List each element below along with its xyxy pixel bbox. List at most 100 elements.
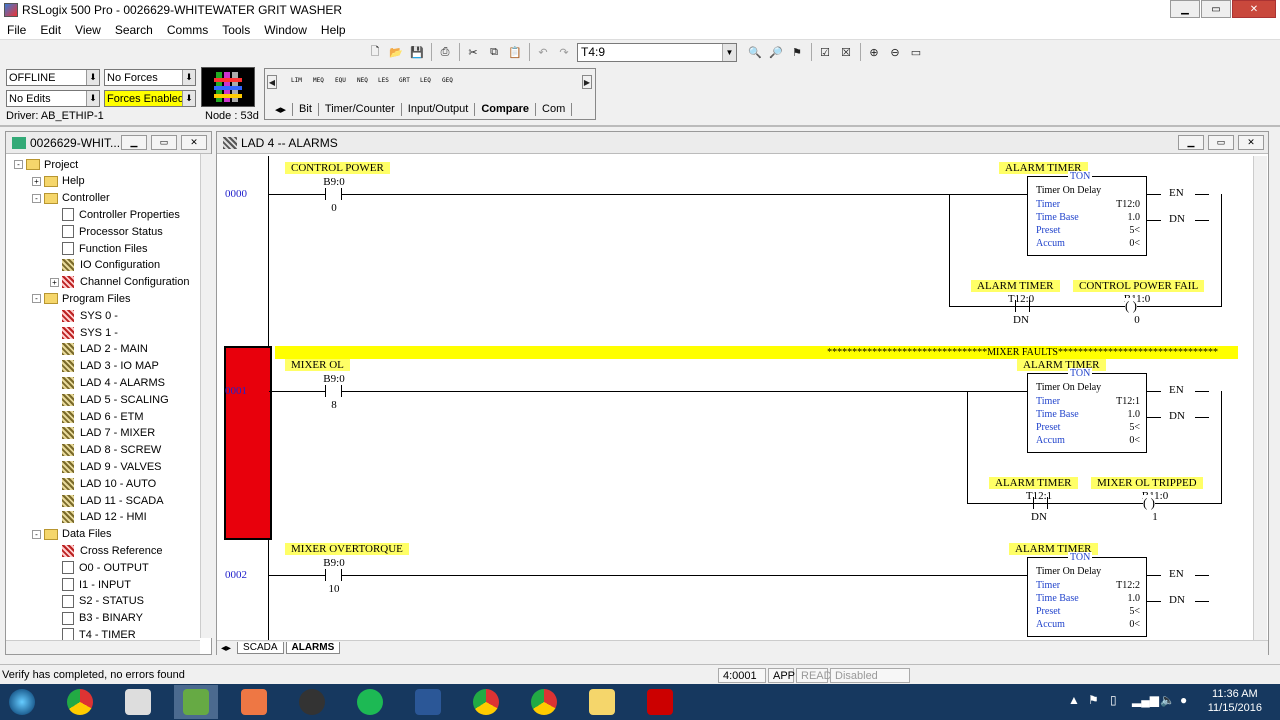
spotify-icon[interactable] — [348, 685, 392, 719]
dropdown-arrow-icon[interactable]: ⬇ — [86, 70, 99, 85]
panel-maximize-button[interactable]: ▭ — [151, 135, 177, 150]
tree-item[interactable]: LAD 2 - MAIN — [50, 341, 148, 358]
search-replace-icon[interactable]: 🔎 — [766, 42, 786, 62]
ton-instruction[interactable]: TON Timer On Delay Timer T12:0 Time Base 1.0 P… — [1027, 171, 1147, 256]
tab-compare[interactable]: Compare — [475, 103, 537, 116]
snipping-tool-icon[interactable] — [116, 685, 160, 719]
window-icon[interactable]: ▭ — [906, 42, 926, 62]
collapse-icon[interactable]: - — [32, 529, 41, 539]
ladder-maximize-button[interactable]: ▭ — [1208, 135, 1234, 150]
tab-timer-counter[interactable]: Timer/Counter — [319, 103, 402, 116]
word-icon[interactable] — [406, 685, 450, 719]
instr-equ[interactable]: EQU — [335, 77, 346, 84]
tree-item[interactable]: IO Configuration — [50, 257, 160, 274]
chrome-window-icon[interactable] — [464, 685, 508, 719]
tray-arrow-icon[interactable]: ▲ — [1068, 693, 1080, 707]
obs-icon[interactable] — [290, 685, 334, 719]
ladder-minimize-button[interactable]: ▁ — [1178, 135, 1204, 150]
dropdown-arrow-icon[interactable]: ⬇ — [182, 91, 195, 106]
search-icon[interactable]: 🔍 — [745, 42, 765, 62]
paste-icon[interactable]: 📋 — [505, 42, 525, 62]
address-combo[interactable]: T4:9 ▼ — [577, 42, 737, 62]
tree-item[interactable]: Controller Properties — [50, 206, 180, 223]
acrobat-icon[interactable] — [638, 685, 682, 719]
panel-close-button[interactable]: ✕ — [181, 135, 207, 150]
instr-lim[interactable]: LIM — [291, 77, 302, 84]
tab-input-output[interactable]: Input/Output — [402, 103, 476, 116]
ton-instruction[interactable]: TON Timer On Delay Timer T12:1 Time Base 1.0 P… — [1027, 368, 1147, 453]
rslogix-icon[interactable] — [174, 685, 218, 719]
menu-comms[interactable]: Comms — [160, 23, 215, 37]
redo-icon[interactable]: ↷ — [554, 42, 574, 62]
instr-meq[interactable]: MEQ — [313, 77, 324, 84]
tree-item[interactable]: Function Files — [50, 240, 147, 257]
start-button[interactable] — [0, 685, 44, 719]
tree-item[interactable]: LAD 7 - MIXER — [50, 425, 155, 442]
tree-item[interactable]: O0 - OUTPUT — [50, 559, 149, 576]
rung-number[interactable]: 0000 — [225, 188, 247, 200]
tree-item[interactable]: SYS 0 - — [50, 307, 118, 324]
battery-icon[interactable]: ▯ — [1110, 693, 1117, 707]
tab-alarms[interactable]: ALARMS — [285, 642, 341, 654]
tree-item[interactable]: LAD 8 - SCREW — [50, 442, 161, 459]
scroll-right-icon[interactable]: ▶ — [582, 75, 592, 89]
dropdown-arrow-icon[interactable]: ⬇ — [182, 70, 195, 85]
ladder-close-button[interactable]: ✕ — [1238, 135, 1264, 150]
minimize-button[interactable]: ▁ — [1170, 0, 1200, 18]
close-button[interactable]: ✕ — [1232, 0, 1276, 18]
new-file-icon[interactable]: 🗋 — [365, 42, 385, 62]
ladder-vertical-scrollbar[interactable] — [1253, 156, 1267, 640]
forces-combo[interactable]: No Forces ⬇ — [104, 69, 196, 86]
tree-item[interactable]: LAD 9 - VALVES — [50, 458, 162, 475]
tree-item[interactable]: LAD 10 - AUTO — [50, 475, 156, 492]
panel-minimize-button[interactable]: ▁ — [121, 135, 147, 150]
collapse-icon[interactable]: - — [32, 193, 41, 203]
rung-number[interactable]: 0002 — [225, 569, 247, 581]
tree-item[interactable]: LAD 5 - SCALING — [50, 391, 169, 408]
menu-window[interactable]: Window — [257, 23, 314, 37]
instr-les[interactable]: LES — [378, 77, 389, 84]
menu-search[interactable]: Search — [108, 23, 160, 37]
tab-bit[interactable]: Bit — [293, 103, 319, 116]
verify-project-icon[interactable]: ☒ — [836, 42, 856, 62]
volume-icon[interactable]: 🔈 — [1160, 693, 1175, 707]
chrome-icon[interactable] — [58, 685, 102, 719]
crossref-icon[interactable]: ⚑ — [787, 42, 807, 62]
tree-item[interactable]: - Data Files — [32, 526, 112, 543]
menu-help[interactable]: Help — [314, 23, 353, 37]
instr-geq[interactable]: GEQ — [442, 77, 453, 84]
undo-icon[interactable]: ↶ — [533, 42, 553, 62]
menu-view[interactable]: View — [68, 23, 108, 37]
zoom-out-icon[interactable]: ⊖ — [885, 42, 905, 62]
editor-icon[interactable] — [232, 685, 276, 719]
print-icon[interactable]: ⎙ — [435, 42, 455, 62]
tab-nav-icon[interactable]: ◂▸ — [269, 103, 294, 116]
tree-item[interactable]: LAD 11 - SCADA — [50, 492, 164, 509]
tree-item[interactable]: LAD 3 - IO MAP — [50, 358, 159, 375]
tree-item[interactable]: - Controller — [32, 190, 110, 207]
expand-icon[interactable]: + — [32, 176, 41, 186]
tree-item[interactable]: S2 - STATUS — [50, 593, 144, 610]
network-icon[interactable]: ▂▄▆ — [1132, 693, 1159, 707]
tree-item[interactable]: Cross Reference — [50, 542, 163, 559]
tree-vertical-scrollbar[interactable] — [200, 154, 212, 638]
file-explorer-icon[interactable] — [580, 685, 624, 719]
edits-combo[interactable]: No Edits ⬇ — [6, 90, 100, 107]
zoom-in-icon[interactable]: ⊕ — [864, 42, 884, 62]
tree-item[interactable]: - Project — [14, 156, 78, 173]
tree-item[interactable]: + Channel Configuration — [50, 274, 189, 291]
tree-item[interactable]: Processor Status — [50, 223, 163, 240]
chrome-app-icon[interactable] — [522, 685, 566, 719]
tree-item[interactable]: LAD 12 - HMI — [50, 509, 147, 526]
menu-edit[interactable]: Edit — [33, 23, 68, 37]
dropdown-arrow-icon[interactable]: ⬇ — [86, 91, 99, 106]
tree-horizontal-scrollbar[interactable] — [6, 640, 200, 654]
tree-item[interactable]: I1 - INPUT — [50, 576, 131, 593]
open-folder-icon[interactable]: 📂 — [386, 42, 406, 62]
menu-file[interactable]: File — [0, 23, 33, 37]
rung-number[interactable]: 0001 — [225, 385, 247, 397]
scroll-left-icon[interactable]: ◀ — [267, 75, 277, 89]
tab-com[interactable]: Com — [536, 103, 573, 116]
instr-grt[interactable]: GRT — [399, 77, 410, 84]
instr-neq[interactable]: NEQ — [357, 77, 368, 84]
